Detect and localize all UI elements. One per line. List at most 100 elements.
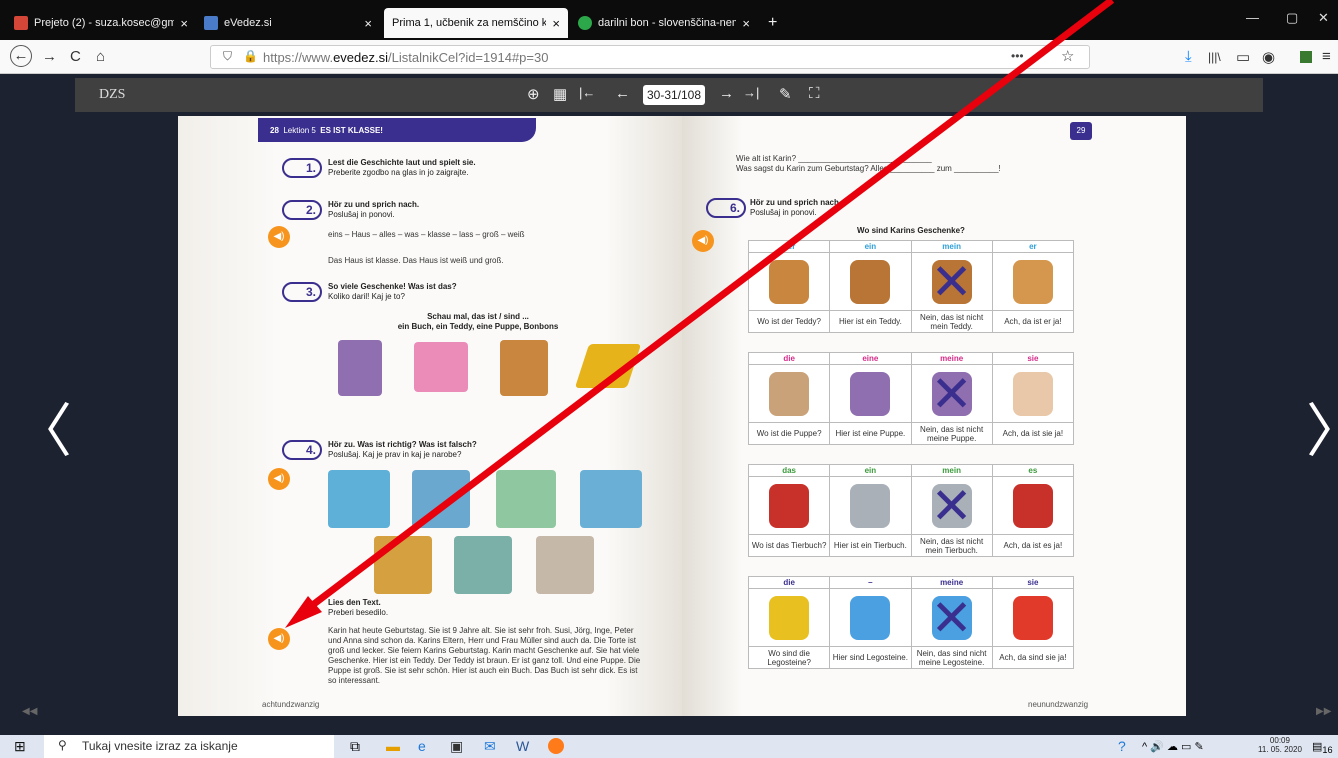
exercise-3: So viele Geschenke! Was ist das? Koliko d…: [328, 282, 457, 302]
edit-icon[interactable]: ✎: [779, 85, 792, 103]
audio-speaker-icon[interactable]: ◀): [268, 628, 290, 650]
exercise-number: 4.: [282, 440, 322, 460]
column-head: die: [747, 576, 831, 589]
tab-prima[interactable]: Prima 1, učbenik za nemščino kot d ×: [384, 8, 568, 38]
close-window-icon[interactable]: ✕: [1318, 10, 1329, 26]
candy-image: [414, 342, 468, 392]
object-picture: [769, 595, 810, 640]
search-placeholder: Tukaj vnesite izraz za iskanje: [82, 739, 238, 753]
picture-cell: [991, 476, 1075, 535]
page-number: 28: [270, 126, 279, 135]
windows-start-icon[interactable]: ⊞: [14, 738, 26, 755]
mail-icon[interactable]: ✉: [484, 738, 496, 755]
back-icon[interactable]: ←: [10, 45, 32, 67]
dzs-logo: DZS: [99, 87, 126, 102]
time: 00:09: [1269, 736, 1290, 745]
clock[interactable]: 00:09 11. 05. 2020: [1258, 736, 1302, 754]
fast-forward-icon[interactable]: ▶▶: [1316, 706, 1331, 717]
story-picture-3: [496, 470, 556, 528]
close-icon[interactable]: ×: [180, 16, 188, 31]
question-1: Wie alt ist Karin? _____________________…: [736, 154, 932, 163]
page-indicator[interactable]: 30-31/108: [643, 85, 705, 105]
audio-speaker-icon[interactable]: ◀): [268, 468, 290, 490]
page-footer: neunundzwanzig: [1028, 700, 1089, 709]
tray-icons[interactable]: ^ 🔊 ☁ ▭ ✎: [1142, 740, 1204, 753]
caption-cell: Nein, das ist nicht meine Puppe.: [910, 422, 993, 445]
previous-spread-arrow[interactable]: 〈: [14, 384, 72, 468]
help-icon[interactable]: ?: [1118, 738, 1126, 754]
account-icon[interactable]: ◉: [1262, 48, 1275, 66]
column-head: ein: [829, 464, 912, 477]
speech-line-2: ein Buch, ein Teddy, eine Puppe, Bonbons: [397, 322, 559, 331]
new-tab-button[interactable]: +: [760, 8, 785, 38]
object-picture: ✕: [931, 478, 973, 534]
column-head: es: [991, 464, 1075, 477]
object-picture: [769, 483, 810, 528]
caption-cell: Hier sind Legosteine.: [829, 646, 912, 669]
firefox-icon[interactable]: [548, 738, 564, 754]
home-icon[interactable]: ⌂: [96, 48, 105, 65]
navigation-bar: ← → C ⌂ ⛉ 🔒 https://www.evedez.si/Listal…: [0, 40, 1338, 74]
zoom-icon[interactable]: ⊕: [527, 85, 540, 103]
close-icon[interactable]: ×: [742, 16, 750, 31]
menu-icon[interactable]: ≡: [1322, 48, 1331, 65]
instruction-sl: Poslušaj in ponovi.: [328, 210, 395, 219]
column-head: sie: [991, 576, 1075, 589]
audio-speaker-icon[interactable]: ◀): [692, 230, 714, 252]
tab-darilni-bon[interactable]: darilni bon - slovenščina-nemšk ×: [570, 8, 758, 38]
more-icon[interactable]: •••: [1011, 49, 1024, 63]
date: 11. 05. 2020: [1258, 745, 1302, 754]
notification-icon[interactable]: ▤16: [1312, 740, 1333, 755]
instruction-de: So viele Geschenke! Was ist das?: [328, 282, 457, 291]
object-picture: [1012, 371, 1053, 416]
tab-gmail[interactable]: Prejeto (2) - suza.kosec@gmail ×: [6, 8, 196, 38]
doll-image: [338, 340, 382, 396]
store-icon[interactable]: ▣: [450, 738, 463, 755]
file-explorer-icon[interactable]: ▬: [386, 738, 400, 754]
picture-cell: ✕: [910, 476, 993, 535]
next-spread-arrow[interactable]: 〉: [1306, 384, 1338, 468]
column-head: meine: [910, 352, 993, 365]
url-bar[interactable]: ⛉ 🔒 https://www.evedez.si/ListalnikCel?i…: [210, 45, 1090, 69]
page-footer: achtundzwanzig: [262, 700, 320, 709]
minimize-icon[interactable]: —: [1246, 10, 1259, 25]
question-2: Was sagst du Karin zum Geburtstag? Alles…: [736, 164, 1001, 173]
picture-cell: [747, 364, 831, 423]
task-view-icon[interactable]: ⧉: [350, 738, 360, 755]
object-picture: ✕: [931, 254, 973, 310]
speech-line-1: Schau mal, das ist / sind ...: [427, 312, 529, 321]
reader-icon[interactable]: ▭: [1236, 48, 1250, 66]
caption-cell: Hier ist ein Tierbuch.: [829, 534, 912, 557]
column-head: die: [747, 352, 831, 365]
close-icon[interactable]: ×: [552, 16, 560, 31]
edge-icon[interactable]: e: [418, 738, 426, 754]
first-page-icon[interactable]: |←: [579, 85, 595, 100]
maximize-icon[interactable]: ▢: [1286, 10, 1298, 26]
taskbar-search[interactable]: ⚲ Tukaj vnesite izraz za iskanje: [44, 735, 334, 758]
cross-out-icon: ✕: [930, 365, 973, 422]
reload-icon[interactable]: C: [70, 48, 81, 65]
thumbnails-icon[interactable]: ▦: [553, 85, 567, 103]
close-icon[interactable]: ×: [364, 16, 372, 31]
audio-speaker-icon[interactable]: ◀): [268, 226, 290, 248]
next-page-icon[interactable]: →: [719, 85, 734, 102]
library-icon[interactable]: |||\: [1208, 50, 1221, 64]
forward-icon[interactable]: →: [42, 48, 57, 65]
caption-cell: Hier ist eine Puppe.: [829, 422, 912, 445]
column-head: er: [991, 240, 1075, 253]
extension-icon[interactable]: [1300, 51, 1312, 63]
column-head: der: [747, 240, 831, 253]
object-picture: [1012, 259, 1053, 304]
tab-evedez[interactable]: eVedez.si ×: [196, 8, 380, 38]
instruction-sl: Koliko daril! Kaj je to?: [328, 292, 405, 301]
rewind-icon[interactable]: ◀◀: [22, 706, 37, 717]
previous-page-icon[interactable]: ←: [615, 85, 630, 102]
fullscreen-icon[interactable]: ⛶: [809, 85, 820, 102]
object-picture: ✕: [931, 366, 973, 422]
lesson-header: 28 Lektion 5 ES IST KLASSE!: [258, 118, 536, 142]
bookmark-star-icon[interactable]: ☆: [1061, 47, 1074, 65]
page-number: 29: [1070, 122, 1092, 140]
word-icon[interactable]: W: [516, 738, 529, 754]
download-icon[interactable]: ⤓: [1185, 48, 1192, 65]
last-page-icon[interactable]: →|: [743, 85, 759, 100]
